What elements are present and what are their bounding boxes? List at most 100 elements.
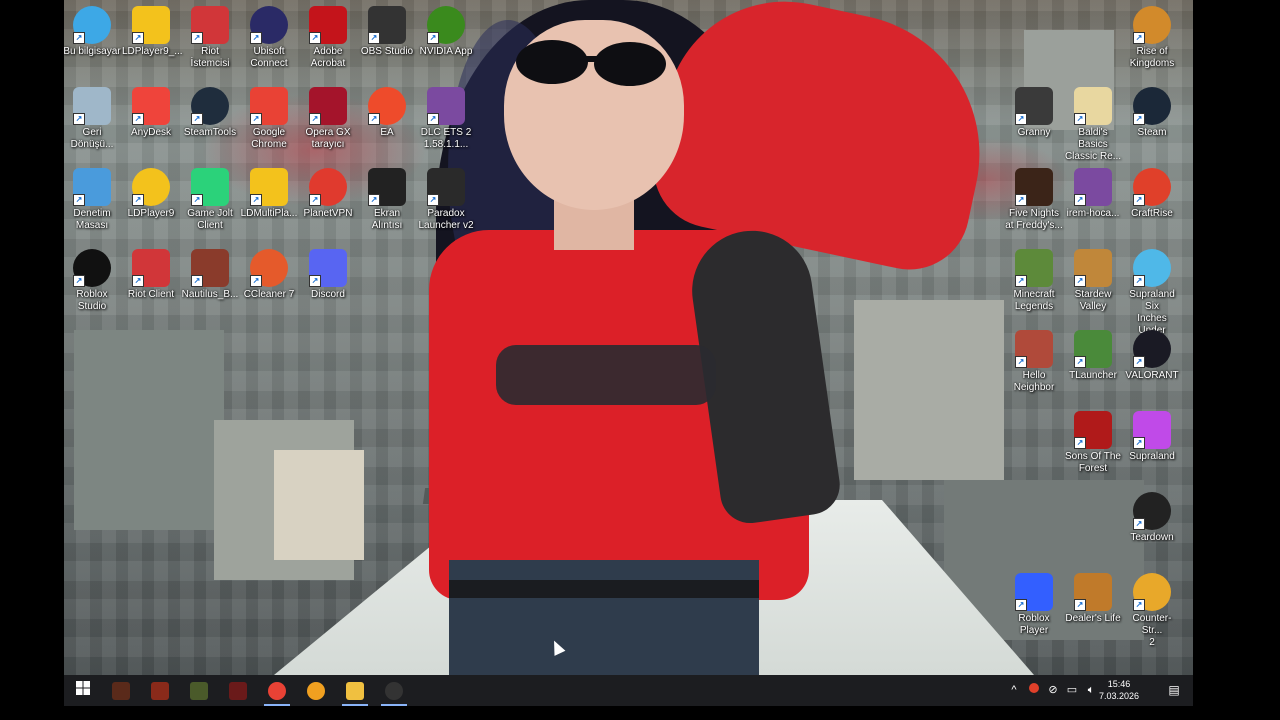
desktop-icon-irem-hoca[interactable]: ↗ irem-hoca...: [1063, 162, 1123, 240]
desktop-icon-label: AnyDesk: [130, 127, 171, 138]
shortcut-arrow-icon: ↗: [191, 275, 203, 287]
shortcut-arrow-icon: ↗: [368, 113, 380, 125]
desktop-icon-valorant[interactable]: ↗ VALORANT: [1122, 324, 1182, 402]
tlauncher-icon: ↗: [1074, 330, 1112, 368]
dealers-life-icon: ↗: [1074, 573, 1112, 611]
desktop-icon-label: CCleaner 7: [243, 289, 295, 300]
desktop-icon-roblox-studio[interactable]: ↗ Roblox Studio: [64, 243, 122, 321]
tray-app-icon[interactable]: [1027, 683, 1041, 697]
valorant-icon: ↗: [1133, 330, 1171, 368]
clock[interactable]: 15:46 7.03.2026: [1089, 678, 1149, 702]
ekran-alintisi-icon: ↗: [368, 168, 406, 206]
desktop-icon-sons-of-the-forest[interactable]: ↗ Sons Of The Forest: [1063, 405, 1123, 483]
taskbar-obs[interactable]: [375, 675, 413, 706]
shortcut-arrow-icon: ↗: [250, 194, 262, 206]
shortcut-arrow-icon: ↗: [1074, 275, 1086, 287]
desktop-icon-riot-client[interactable]: ↗ Riot Client: [121, 243, 181, 321]
desktop-icon-label: Discord: [311, 289, 345, 300]
desktop-icon-bu-bilgisayar[interactable]: ↗ Bu bilgisayar: [64, 0, 122, 78]
desktop-icon-denetim-masasi[interactable]: ↗ Denetim Masası: [64, 162, 122, 240]
desktop-icon-opera-gx[interactable]: ↗ Opera GX tarayıcı: [298, 81, 358, 159]
desktop-icon-ldplayer9-a[interactable]: ↗ LDPlayer9_...: [121, 0, 183, 78]
desktop-icon-steamtools[interactable]: ↗ SteamTools: [180, 81, 240, 159]
desktop-icon-nvidia-app[interactable]: ↗ NVIDIA App: [416, 0, 476, 78]
desktop-icon-ubisoft-connect[interactable]: ↗ Ubisoft Connect: [239, 0, 299, 78]
desktop-icon-label: Geri Dönüşü...: [70, 127, 114, 150]
desktop-icon-baldis-basics[interactable]: ↗ Baldi's Basics Classic Re...: [1063, 81, 1123, 162]
desktop-icon-teardown[interactable]: ↗ Teardown: [1122, 486, 1182, 564]
desktop-icon-ea[interactable]: ↗ EA: [357, 81, 417, 159]
taskbar-app-2[interactable]: [141, 675, 179, 706]
taskbar-app-4[interactable]: [219, 675, 257, 706]
desktop-icon-dlc-ets2[interactable]: ↗ DLC ETS 2 1.58.1.1...: [416, 81, 476, 159]
desktop-icon-five-nights[interactable]: ↗ Five Nights at Freddy's...: [1004, 162, 1064, 240]
opera-gx-icon: ↗: [309, 87, 347, 125]
desktop-icon-discord[interactable]: ↗ Discord: [298, 243, 358, 321]
taskbar: ^ ⊘ ▭ 🔈︎ 15:46 7.03.2026 ▤: [64, 675, 1193, 706]
desktop-icon-label: DLC ETS 2 1.58.1.1...: [420, 127, 472, 150]
desktop-icon-google-chrome[interactable]: ↗ Google Chrome: [239, 81, 299, 159]
ea-icon: ↗: [368, 87, 406, 125]
desktop-icon-obs-studio[interactable]: ↗ OBS Studio: [357, 0, 417, 78]
desktop-icon-nautilus[interactable]: ↗ Nautilus_B...: [180, 243, 240, 321]
desktop-icon-label: NVIDIA App: [419, 46, 473, 57]
desktop-icon-tlauncher[interactable]: ↗ TLauncher: [1063, 324, 1123, 402]
desktop-icon-ldmultiplayer[interactable]: ↗ LDMultiPla...: [239, 162, 299, 240]
desktop-icon-anydesk[interactable]: ↗ AnyDesk: [121, 81, 181, 159]
craftrise-icon: ↗: [1133, 168, 1171, 206]
desktop-icon-craftrise[interactable]: ↗ CraftRise: [1122, 162, 1182, 240]
desktop-icon-hello-neighbor[interactable]: ↗ Hello Neighbor: [1004, 324, 1064, 402]
notification-icon[interactable]: ▤: [1167, 683, 1181, 697]
geri-donusum-icon: ↗: [73, 87, 111, 125]
ldplayer9-b-icon: ↗: [132, 168, 170, 206]
desktop-icon-riot-istemcisi[interactable]: ↗ Riot İstemcisi: [180, 0, 240, 78]
desktop-icon-label: Teardown: [1130, 532, 1174, 543]
desktop-icon-roblox-player[interactable]: ↗ Roblox Player: [1004, 567, 1064, 645]
shortcut-arrow-icon: ↗: [1015, 113, 1027, 125]
desktop-icon-ccleaner[interactable]: ↗ CCleaner 7: [239, 243, 299, 321]
desktop-icon-gamejolt-client[interactable]: ↗ Game Jolt Client: [180, 162, 240, 240]
riot-istemcisi-icon: ↗: [191, 6, 229, 44]
shortcut-arrow-icon: ↗: [427, 194, 439, 206]
taskbar-app-1[interactable]: [102, 675, 140, 706]
desktop-icon-supraland[interactable]: ↗ Supraland: [1122, 405, 1182, 483]
taskbar-chrome-icon: [268, 681, 286, 700]
shortcut-arrow-icon: ↗: [250, 113, 262, 125]
shortcut-arrow-icon: ↗: [132, 194, 144, 206]
baldis-basics-icon: ↗: [1074, 87, 1112, 125]
tray-muted-icon[interactable]: ⊘: [1046, 683, 1060, 697]
desktop-icon-supraland-six[interactable]: ↗Supraland Six Inches Under: [1122, 243, 1182, 336]
chevron-up-icon[interactable]: ^: [1007, 683, 1021, 697]
desktop-icon-rise-of-kingdoms[interactable]: ↗ Rise of Kingdoms: [1122, 0, 1182, 78]
riot-client-icon: ↗: [132, 249, 170, 287]
start-button[interactable]: [64, 675, 102, 706]
nvidia-app-icon: ↗: [427, 6, 465, 44]
desktop-icon-label: Opera GX tarayıcı: [305, 127, 351, 150]
taskbar-app-2-icon: [151, 681, 169, 700]
desktop-icon-counter-strike[interactable]: ↗ Counter-Str... 2: [1122, 567, 1182, 648]
desktop-icon-granny[interactable]: ↗ Granny: [1004, 81, 1064, 159]
desktop-icon-paradox-launcher[interactable]: ↗ Paradox Launcher v2: [416, 162, 476, 240]
desktop-icon-geri-donusum[interactable]: ↗ Geri Dönüşü...: [64, 81, 122, 159]
desktop-icon-stardew-valley[interactable]: ↗ Stardew Valley: [1063, 243, 1123, 321]
desktop-icon-label: Baldi's Basics Classic Re...: [1064, 127, 1122, 162]
paradox-launcher-icon: ↗: [427, 168, 465, 206]
desktop-icon-steam[interactable]: ↗ Steam: [1122, 81, 1182, 159]
taskbar-chrome[interactable]: [258, 675, 296, 706]
network-icon[interactable]: ▭: [1065, 683, 1079, 697]
desktop-icon-label: LDMultiPla...: [240, 208, 298, 219]
desktop-icon-minecraft-legends[interactable]: ↗ Minecraft Legends: [1004, 243, 1064, 321]
desktop-icon-ldplayer9-b[interactable]: ↗ LDPlayer9: [121, 162, 181, 240]
clock-date: 7.03.2026: [1098, 691, 1140, 701]
desktop-icon-ekran-alintisi[interactable]: ↗ Ekran Alıntısı: [357, 162, 417, 240]
shortcut-arrow-icon: ↗: [191, 32, 203, 44]
rise-of-kingdoms-icon: ↗: [1133, 6, 1171, 44]
desktop-icon-adobe-acrobat[interactable]: ↗ Adobe Acrobat: [298, 0, 358, 78]
hello-neighbor-icon: ↗: [1015, 330, 1053, 368]
taskbar-opera[interactable]: [297, 675, 335, 706]
desktop-icon-planetvpn[interactable]: ↗ PlanetVPN: [298, 162, 358, 240]
five-nights-icon: ↗: [1015, 168, 1053, 206]
desktop-icon-dealers-life[interactable]: ↗ Dealer's Life: [1063, 567, 1123, 645]
taskbar-explorer[interactable]: [336, 675, 374, 706]
taskbar-app-3[interactable]: [180, 675, 218, 706]
